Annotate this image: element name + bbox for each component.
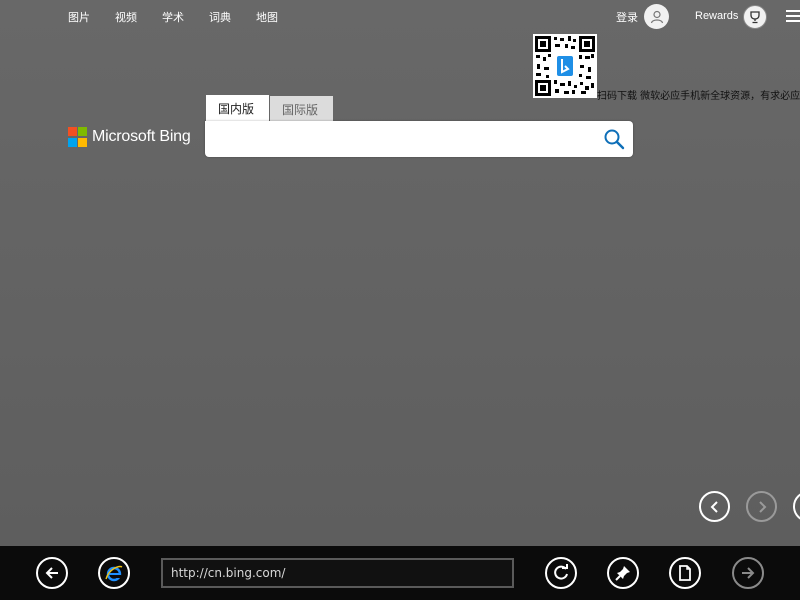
- pin-button[interactable]: [607, 557, 639, 589]
- nav-academic[interactable]: 学术: [162, 9, 184, 25]
- refresh-icon: [554, 564, 568, 580]
- ie-icon: [105, 565, 123, 582]
- logo-text: Microsoft Bing: [92, 128, 191, 145]
- top-nav: 图片 视频 学术 词典 地图: [68, 9, 303, 25]
- avatar[interactable]: [644, 4, 669, 29]
- forward-icon: [742, 567, 755, 579]
- bing-logo[interactable]: Microsoft Bing: [68, 127, 191, 147]
- back-icon: [45, 567, 58, 579]
- page-tools-button[interactable]: [669, 557, 701, 589]
- microsoft-logo-icon: [68, 127, 88, 147]
- nav-images[interactable]: 图片: [68, 9, 90, 25]
- qr-caption: 扫码下载 微软必应手机新全球资源，有求必应: [597, 91, 800, 102]
- qr-code: [533, 34, 597, 98]
- refresh-button[interactable]: [545, 557, 577, 589]
- search-box: [205, 121, 633, 157]
- chevron-right-icon: [758, 500, 766, 513]
- pin-icon: [615, 566, 630, 581]
- search-icon[interactable]: [603, 128, 625, 150]
- rewards-badge[interactable]: [743, 5, 767, 29]
- carousel-prev-button[interactable]: [699, 491, 730, 522]
- carousel-next-button[interactable]: [746, 491, 777, 522]
- ie-button[interactable]: [98, 557, 130, 589]
- page-tools-icon: [679, 565, 691, 581]
- chevron-left-icon: [710, 500, 718, 513]
- nav-videos[interactable]: 视频: [115, 9, 137, 25]
- nav-dictionary[interactable]: 词典: [209, 9, 231, 25]
- address-bar[interactable]: http://cn.bing.com/: [161, 558, 514, 588]
- browser-page: 图片 视频 学术 词典 地图 登录 Rewards 扫码下载 微软必应手机新全球…: [0, 0, 800, 546]
- hamburger-menu-icon[interactable]: [786, 10, 800, 22]
- tab-domestic[interactable]: 国内版: [206, 95, 269, 121]
- browser-app-bar: http://cn.bing.com/: [0, 546, 800, 600]
- nav-maps[interactable]: 地图: [256, 9, 278, 25]
- back-button[interactable]: [36, 557, 68, 589]
- login-link[interactable]: 登录: [616, 9, 638, 25]
- rewards-link[interactable]: Rewards: [695, 10, 738, 22]
- trophy-icon: [750, 11, 760, 24]
- search-input[interactable]: [215, 129, 595, 149]
- user-icon: [650, 10, 663, 23]
- forward-button[interactable]: [732, 557, 764, 589]
- tab-international[interactable]: 国际版: [270, 96, 333, 121]
- carousel-more-button[interactable]: [793, 491, 800, 522]
